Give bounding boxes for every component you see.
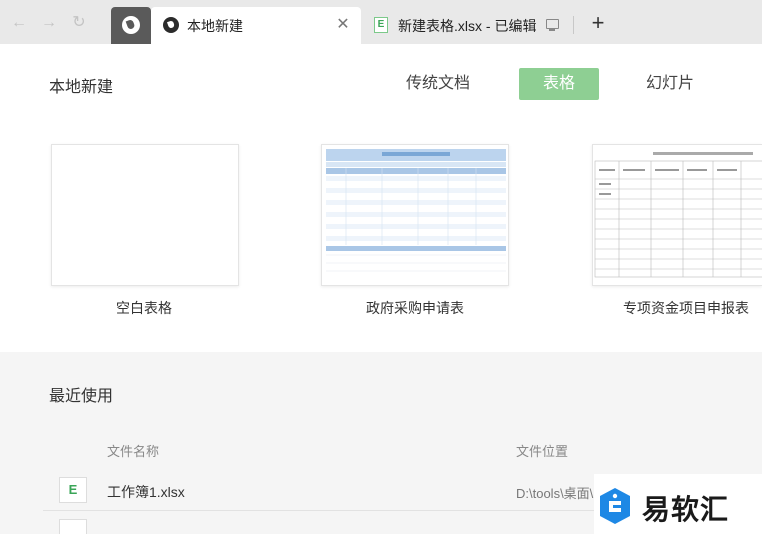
tab-bar: ← → ↻ 本地新建 ✕ E 新建表格.xlsx - 已编辑 + — [0, 0, 762, 44]
reload-icon[interactable]: ↻ — [68, 12, 90, 34]
type-tab-spreadsheet[interactable]: 表格 — [519, 68, 599, 100]
procurement-form-preview — [322, 145, 508, 285]
file-location: D:\tools\桌面\ — [516, 486, 594, 501]
tab-divider — [573, 16, 574, 34]
app-home-button[interactable] — [111, 7, 151, 44]
fund-form-preview — [593, 145, 762, 285]
watermark-text: 易软汇 — [642, 494, 730, 525]
close-icon[interactable]: ✕ — [333, 15, 353, 35]
type-tab-slides[interactable]: 幻灯片 — [633, 68, 707, 100]
app-logo-icon — [122, 16, 140, 34]
file-name: 工作簿1.xlsx — [107, 484, 185, 500]
forward-arrow-icon[interactable]: → — [38, 12, 60, 34]
template-label[interactable]: 专项资金项目申报表 — [623, 298, 749, 318]
column-header-name: 文件名称 — [107, 444, 160, 459]
new-tab-plus-icon[interactable]: + — [587, 12, 609, 34]
xlsx-file-icon: E — [59, 477, 87, 503]
template-label[interactable]: 政府采购申请表 — [366, 298, 464, 318]
tab-document[interactable]: E 新建表格.xlsx - 已编辑 — [366, 7, 546, 44]
page-title: 本地新建 — [49, 79, 114, 96]
template-label[interactable]: 空白表格 — [116, 298, 172, 318]
app-logo-icon — [163, 17, 179, 33]
tab-label: 本地新建 — [187, 18, 243, 34]
file-icon — [59, 519, 87, 534]
watermark: 易软汇 — [594, 474, 762, 534]
monitor-icon[interactable] — [546, 19, 559, 31]
watermark-logo-icon — [600, 488, 630, 524]
column-header-location: 文件位置 — [516, 444, 569, 459]
back-arrow-icon[interactable]: ← — [8, 12, 30, 34]
template-blank-thumbnail[interactable] — [51, 144, 239, 286]
template-procurement-thumbnail[interactable] — [321, 144, 509, 286]
tab-local-new[interactable]: 本地新建 ✕ — [151, 7, 361, 44]
tab-label: 新建表格.xlsx - 已编辑 — [398, 18, 537, 34]
xlsx-file-icon: E — [374, 17, 388, 33]
template-fund-thumbnail[interactable] — [592, 144, 762, 286]
type-tab-document[interactable]: 传统文档 — [397, 68, 479, 100]
recent-title: 最近使用 — [49, 388, 114, 405]
